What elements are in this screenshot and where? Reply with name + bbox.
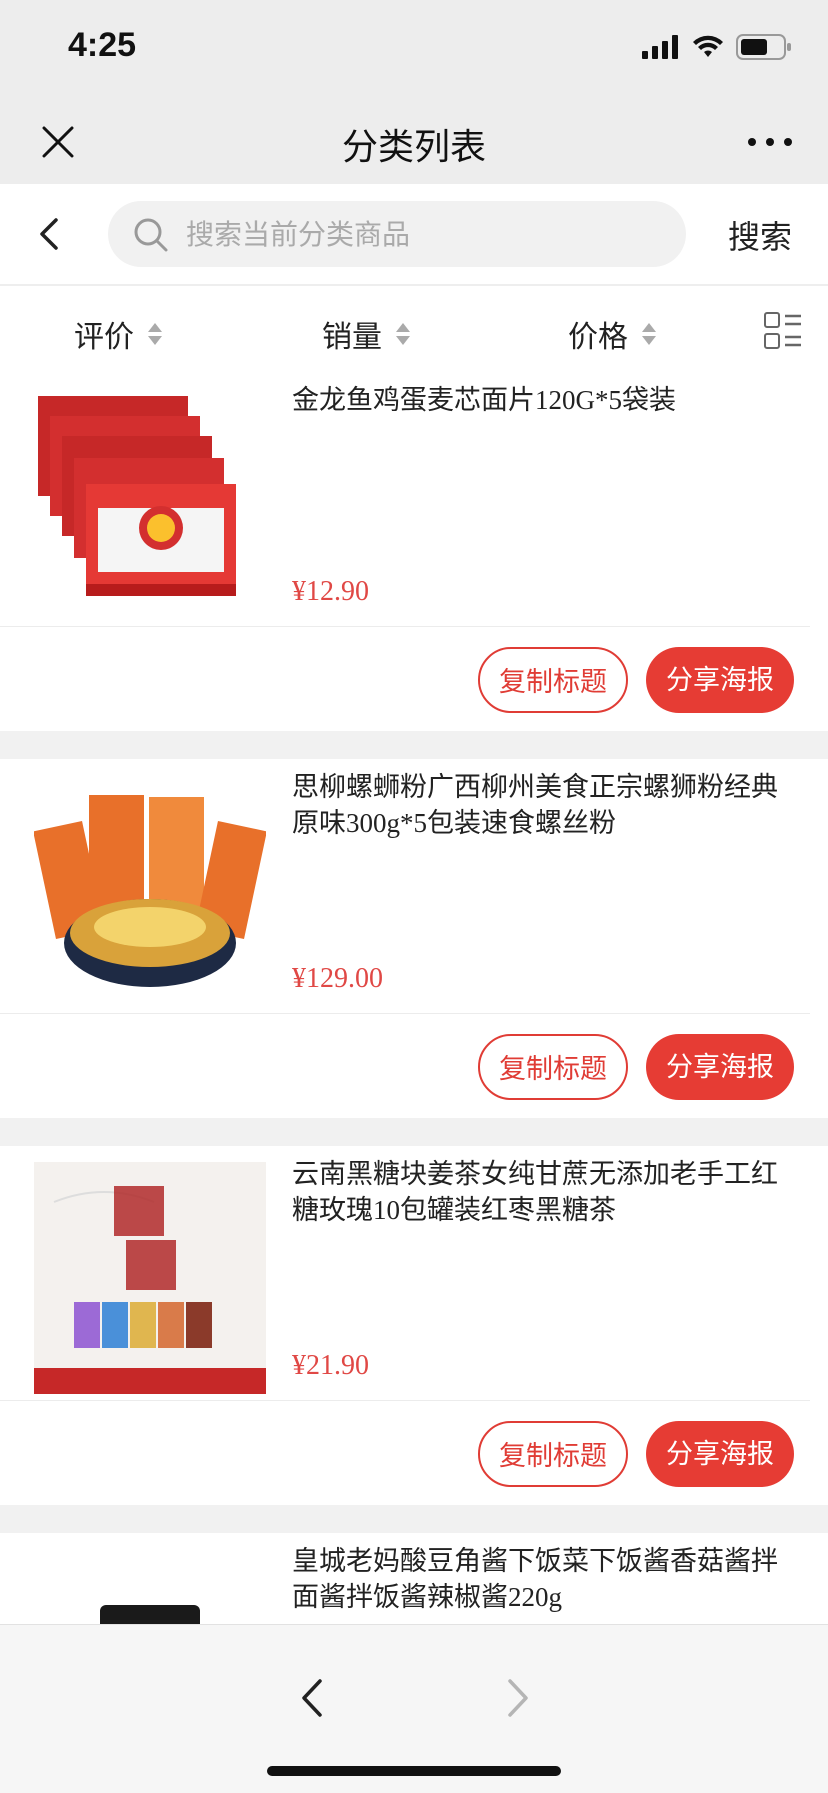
product-list: 金龙鱼鸡蛋麦芯面片120G*5袋装 ¥12.90 复制标题 分享海报 思柳螺蛳粉… [0,372,828,1788]
sort-price-label: 价格 [568,321,628,354]
search-icon [134,218,168,252]
sort-arrows-icon [148,323,162,345]
product-card[interactable]: 云南黑糖块姜茶女纯甘蔗无添加老手工红糖玫瑰10包罐装红枣黑糖茶 ¥21.90 复… [0,1146,828,1505]
back-icon[interactable] [30,212,70,256]
status-bar: 4:25 [0,0,828,100]
product-card[interactable]: 金龙鱼鸡蛋麦芯面片120G*5袋装 ¥12.90 复制标题 分享海报 [0,372,828,731]
back-arrow-icon[interactable] [296,1675,330,1721]
nav-bar: 分类列表 [0,100,828,184]
copy-title-button[interactable]: 复制标题 [478,1421,628,1487]
copy-title-button[interactable]: 复制标题 [478,1034,628,1100]
sort-arrows-icon [396,323,410,345]
product-image[interactable] [34,388,266,620]
grid-layout-icon[interactable] [764,312,802,350]
product-title[interactable]: 思柳螺蛳粉广西柳州美食正宗螺狮粉经典原味300g*5包装速食螺丝粉 [292,769,792,841]
product-card[interactable]: 思柳螺蛳粉广西柳州美食正宗螺狮粉经典原味300g*5包装速食螺丝粉 ¥129.0… [0,759,828,1118]
product-image[interactable] [34,775,266,1007]
copy-title-button[interactable]: 复制标题 [478,647,628,713]
sort-rating[interactable]: 评价 [74,312,162,356]
status-icons [642,34,792,60]
battery-icon [736,34,791,60]
product-title[interactable]: 云南黑糖块姜茶女纯甘蔗无添加老手工红糖玫瑰10包罐装红枣黑糖茶 [292,1156,792,1228]
product-image[interactable] [34,1162,266,1394]
wifi-icon [693,35,723,57]
page-title: 分类列表 [341,126,486,167]
sort-price[interactable]: 价格 [568,312,656,356]
signal-icon [642,35,678,59]
divider [0,731,828,759]
sort-rating-label: 评价 [74,321,134,354]
sort-sales[interactable]: 销量 [322,312,410,356]
divider [0,1118,828,1146]
product-title[interactable]: 皇城老妈酸豆角酱下饭菜下饭酱香菇酱拌面酱拌饭酱辣椒酱220g [292,1543,792,1615]
share-poster-button[interactable]: 分享海报 [646,1034,794,1100]
product-title[interactable]: 金龙鱼鸡蛋麦芯面片120G*5袋装 [292,382,792,418]
sort-bar: 评价 销量 价格 [0,286,828,373]
sort-arrows-icon [642,323,656,345]
search-input[interactable] [184,201,668,269]
search-button[interactable]: 搜索 [728,212,792,258]
divider [0,1505,828,1533]
search-row: 搜索 [0,184,828,286]
product-price: ¥129.00 [292,963,383,994]
home-indicator [267,1766,561,1776]
more-icon[interactable] [742,120,798,164]
search-box[interactable] [108,201,686,269]
product-price: ¥21.90 [292,1350,369,1381]
sort-sales-label: 销量 [322,321,382,354]
share-poster-button[interactable]: 分享海报 [646,1421,794,1487]
share-poster-button[interactable]: 分享海报 [646,647,794,713]
forward-arrow-icon[interactable] [500,1675,534,1721]
product-price: ¥12.90 [292,576,369,607]
status-time: 4:25 [68,26,137,64]
